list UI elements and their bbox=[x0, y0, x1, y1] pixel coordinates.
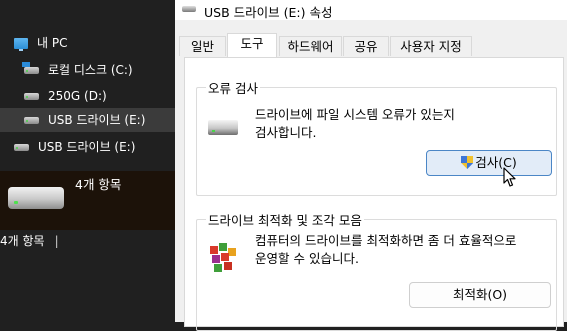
drive-icon bbox=[8, 187, 64, 209]
status-separator: | bbox=[54, 234, 59, 248]
defrag-icon bbox=[210, 243, 236, 272]
nav-item-usb-e[interactable]: USB 드라이브 (E:) bbox=[14, 135, 135, 159]
windows-drive-icon bbox=[22, 61, 39, 74]
drive-icon bbox=[24, 92, 39, 100]
optimize-description-line2: 운영할 수 있습니다. bbox=[255, 251, 359, 266]
status-bar: 4개 항목 | bbox=[0, 232, 59, 249]
optimize-title: 드라이브 최적화 및 조각 모음 bbox=[206, 210, 364, 229]
nav-item-label: USB 드라이브 (E:) bbox=[48, 113, 146, 127]
item-count-label: 4개 항목 bbox=[75, 177, 122, 192]
tab-hardware[interactable]: 하드웨어 bbox=[279, 36, 342, 56]
pc-icon bbox=[14, 37, 28, 51]
properties-dialog: USB 드라이브 (E:) 속성 일반 도구 하드웨어 공유 사용자 지정 오류… bbox=[175, 0, 567, 331]
mouse-cursor-icon bbox=[503, 167, 516, 187]
optimize-group: 드라이브 최적화 및 조각 모음 컴퓨터의 드라이브를 최적화하면 좀 더 효율… bbox=[196, 210, 557, 331]
drive-icon bbox=[24, 116, 39, 124]
nav-item-250g-d[interactable]: 250G (D:) bbox=[24, 84, 107, 108]
nav-item-usb-e-selected[interactable]: USB 드라이브 (E:) bbox=[0, 108, 175, 132]
optimize-description-line1: 컴퓨터의 드라이브를 최적화하면 좀 더 효율적으로 bbox=[255, 233, 517, 248]
tab-sharing[interactable]: 공유 bbox=[343, 36, 389, 56]
tab-general[interactable]: 일반 bbox=[179, 36, 226, 56]
nav-item-this-pc[interactable]: 내 PC bbox=[14, 31, 67, 55]
tab-strip: 일반 도구 하드웨어 공유 사용자 지정 bbox=[175, 24, 567, 60]
drive-icon bbox=[208, 120, 238, 135]
drive-icon bbox=[14, 143, 29, 151]
uac-shield-icon bbox=[461, 156, 474, 169]
nav-item-label: 로컬 디스크 (C:) bbox=[48, 63, 133, 77]
check-button[interactable]: 검사(C) bbox=[426, 150, 552, 176]
tab-customize[interactable]: 사용자 지정 bbox=[390, 36, 472, 56]
error-check-description-line1: 드라이브에 파일 시스템 오류가 있는지 bbox=[255, 107, 455, 122]
optimize-button[interactable]: 최적화(O) bbox=[409, 282, 551, 308]
nav-item-local-disk-c[interactable]: 로컬 디스크 (C:) bbox=[22, 58, 133, 82]
explorer-pane: 내 PC 로컬 디스크 (C:) 250G (D:) USB 드라이브 (E:)… bbox=[0, 0, 175, 322]
tab-tools[interactable]: 도구 bbox=[227, 33, 277, 57]
dialog-title: USB 드라이브 (E:) 속성 bbox=[204, 5, 333, 20]
nav-item-label: 250G (D:) bbox=[48, 89, 107, 103]
error-check-description-line2: 검사합니다. bbox=[255, 125, 317, 140]
nav-item-label: USB 드라이브 (E:) bbox=[38, 140, 136, 154]
error-check-title: 오류 검사 bbox=[206, 78, 260, 97]
nav-item-label: 내 PC bbox=[37, 36, 68, 50]
status-item-count: 4개 항목 bbox=[0, 234, 45, 248]
drive-icon bbox=[182, 6, 196, 12]
dialog-titlebar[interactable]: USB 드라이브 (E:) 속성 bbox=[175, 0, 567, 20]
